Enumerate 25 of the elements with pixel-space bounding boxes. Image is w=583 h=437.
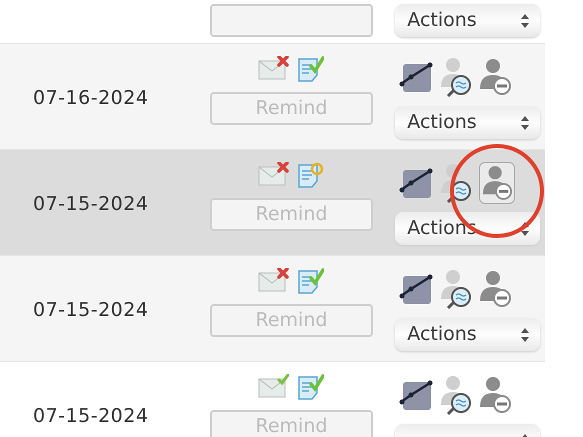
- remove-user-icon[interactable]: [479, 376, 512, 414]
- user-search-icon[interactable]: [439, 163, 474, 203]
- date-text: 07-15-2024: [33, 298, 148, 323]
- line-chart-icon[interactable]: [399, 272, 434, 306]
- actions-dropdown[interactable]: Actions: [395, 318, 540, 351]
- up-down-arrows-icon: [520, 326, 530, 342]
- user-search-icon[interactable]: [439, 57, 474, 97]
- date-text: 07-16-2024: [33, 86, 148, 111]
- remove-user-icon[interactable]: [479, 58, 512, 96]
- date-text: 07-15-2024: [33, 404, 148, 429]
- user-search-icon[interactable]: [439, 269, 474, 309]
- line-chart-icon[interactable]: [399, 60, 434, 94]
- up-down-arrows-icon: [520, 12, 530, 28]
- remove-user-icon[interactable]: [479, 270, 512, 308]
- actions-dropdown[interactable]: Actions: [395, 106, 540, 139]
- remove-user-icon[interactable]: [479, 162, 516, 204]
- table-row[interactable]: 07-15-2024 Remind Actions: [0, 256, 545, 362]
- line-chart-icon[interactable]: [399, 378, 434, 412]
- date-text: 07-15-2024: [33, 192, 148, 217]
- line-chart-icon[interactable]: [399, 166, 434, 200]
- up-down-arrows-icon: [520, 220, 530, 236]
- actions-dropdown[interactable]: Actions: [395, 4, 540, 37]
- up-down-arrows-icon: [520, 114, 530, 130]
- user-search-icon[interactable]: [439, 375, 474, 415]
- table-row[interactable]: 07-16-2024 Remind Actions: [0, 44, 545, 150]
